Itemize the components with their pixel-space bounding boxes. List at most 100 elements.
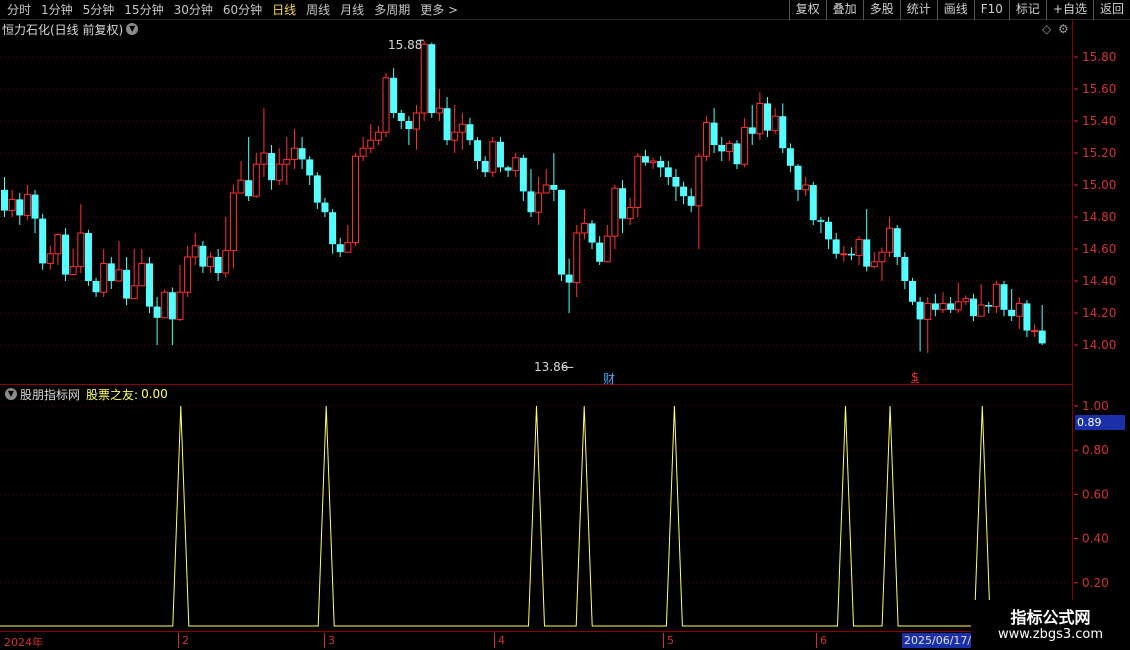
candle-body: [596, 242, 604, 262]
month-label: 3: [328, 634, 335, 647]
candle-body: [168, 292, 176, 320]
candle-body: [954, 301, 962, 311]
draw-line-button[interactable]: 画线: [936, 0, 974, 20]
tab-multi-period[interactable]: 多周期: [369, 0, 415, 20]
add-watchlist-button[interactable]: +自选: [1045, 0, 1093, 20]
candle-body: [542, 184, 550, 194]
indicator-axis-label: 0.60: [1082, 487, 1109, 501]
candle-body: [947, 303, 955, 310]
tab-1min[interactable]: 1分钟: [36, 0, 78, 20]
month-tick: [324, 633, 325, 648]
candle-body: [222, 250, 230, 274]
tab-more[interactable]: 更多 >: [415, 0, 463, 20]
period-toolbar: 分时 1分钟 5分钟 15分钟 30分钟 60分钟 日线 周线 月线 多周期 更…: [0, 0, 1130, 20]
watermark-logo: 指标公式网 www.zbgs3.com: [971, 600, 1130, 650]
f10-button[interactable]: F10: [973, 0, 1009, 20]
candle-body: [718, 145, 726, 152]
stock-title[interactable]: 恒力石化(日线 前复权): [2, 21, 123, 38]
month-label: 5: [667, 634, 674, 647]
candle-body: [809, 185, 817, 221]
diamond-icon[interactable]: ◇: [1042, 22, 1051, 36]
price-axis-label: 15.20: [1082, 146, 1116, 160]
candle-body: [779, 116, 787, 149]
price-axis-label: 14.40: [1082, 274, 1116, 288]
tab-30min[interactable]: 30分钟: [169, 0, 218, 20]
candle-body: [138, 262, 146, 287]
candle-body: [184, 256, 192, 293]
price-axis-label: 15.40: [1082, 114, 1116, 128]
stats-button[interactable]: 统计: [899, 0, 937, 20]
candle-body: [16, 199, 24, 216]
indicator-source[interactable]: 股朋指标网: [20, 386, 80, 403]
candle-body: [710, 122, 718, 145]
candle-body: [573, 232, 581, 284]
candle-body: [367, 139, 375, 149]
candle-body: [939, 302, 947, 311]
candle-body: [557, 189, 565, 275]
candle-body: [748, 127, 756, 134]
multi-stock-button[interactable]: 多股: [862, 0, 900, 20]
tab-60min[interactable]: 60分钟: [218, 0, 267, 20]
indicator-name: 股票之友:: [86, 387, 139, 402]
back-button[interactable]: 返回: [1092, 0, 1130, 20]
candle-body: [435, 107, 443, 114]
settings-gear-icon[interactable]: ⚙: [1058, 22, 1069, 36]
action-buttons: 复权 叠加 多股 统计 画线 F10 标记 +自选 返回: [788, 0, 1130, 20]
candle-body: [794, 165, 802, 190]
candle-body: [970, 298, 978, 317]
candle-body: [207, 256, 215, 268]
candle-body: [359, 147, 367, 157]
candle-body: [390, 77, 398, 113]
chevron-down-icon[interactable]: ▼: [5, 388, 17, 400]
watermark-url: www.zbgs3.com: [997, 627, 1104, 642]
candle-body: [382, 77, 390, 133]
candle-body: [298, 148, 306, 160]
overlay-button[interactable]: 叠加: [825, 0, 863, 20]
candle-body: [344, 242, 352, 253]
month-tick: [494, 633, 495, 648]
candle-body: [603, 235, 611, 263]
indicator-panel[interactable]: ▼ 股朋指标网 股票之友: 0.00: [0, 385, 1073, 631]
candle-body: [229, 192, 237, 252]
mark-button[interactable]: 标记: [1008, 0, 1046, 20]
candle-body: [351, 155, 359, 244]
candle-body: [512, 157, 520, 172]
candle-body: [39, 218, 47, 264]
candle-body: [863, 239, 871, 267]
candle-body: [870, 261, 878, 268]
candle-body: [245, 180, 253, 197]
dividend-event-marker[interactable]: $: [911, 370, 919, 384]
tab-15min[interactable]: 15分钟: [119, 0, 168, 20]
tab-intraday[interactable]: 分时: [2, 0, 36, 20]
candle-body: [756, 102, 764, 135]
candle-body: [771, 115, 779, 132]
indicator-axis-label: 1.00: [1082, 399, 1109, 413]
candle-body: [641, 156, 649, 163]
indicator-axis-label: 0.40: [1082, 532, 1109, 546]
indicator-value: 0.00: [141, 387, 168, 401]
tab-weekly[interactable]: 周线: [301, 0, 335, 20]
price-axis-label: 14.80: [1082, 210, 1116, 224]
candle-body: [527, 191, 535, 213]
candle-body: [657, 161, 665, 168]
candle-body: [77, 232, 85, 268]
candle-body: [153, 306, 161, 318]
chevron-down-icon[interactable]: ▼: [126, 23, 139, 35]
tab-daily[interactable]: 日线: [267, 0, 301, 20]
candle-body: [985, 305, 993, 307]
candle-body: [565, 274, 573, 283]
candle-body: [428, 44, 436, 114]
candle-body: [664, 167, 672, 177]
candle-body: [107, 263, 115, 281]
candle-body: [825, 221, 833, 240]
candle-body: [405, 121, 413, 129]
adjust-button[interactable]: 复权: [788, 0, 826, 20]
tab-monthly[interactable]: 月线: [335, 0, 369, 20]
indicator-chart[interactable]: [0, 385, 1073, 631]
candle-body: [451, 131, 459, 141]
candle-body: [1038, 330, 1046, 344]
candle-body: [1015, 302, 1023, 317]
candlestick-panel[interactable]: 恒力石化(日线 前复权) ▼ ◇ ⚙ 15.88 13.86 财 $: [0, 20, 1073, 386]
tab-5min[interactable]: 5分钟: [78, 0, 120, 20]
candlestick-chart[interactable]: [0, 20, 1073, 385]
